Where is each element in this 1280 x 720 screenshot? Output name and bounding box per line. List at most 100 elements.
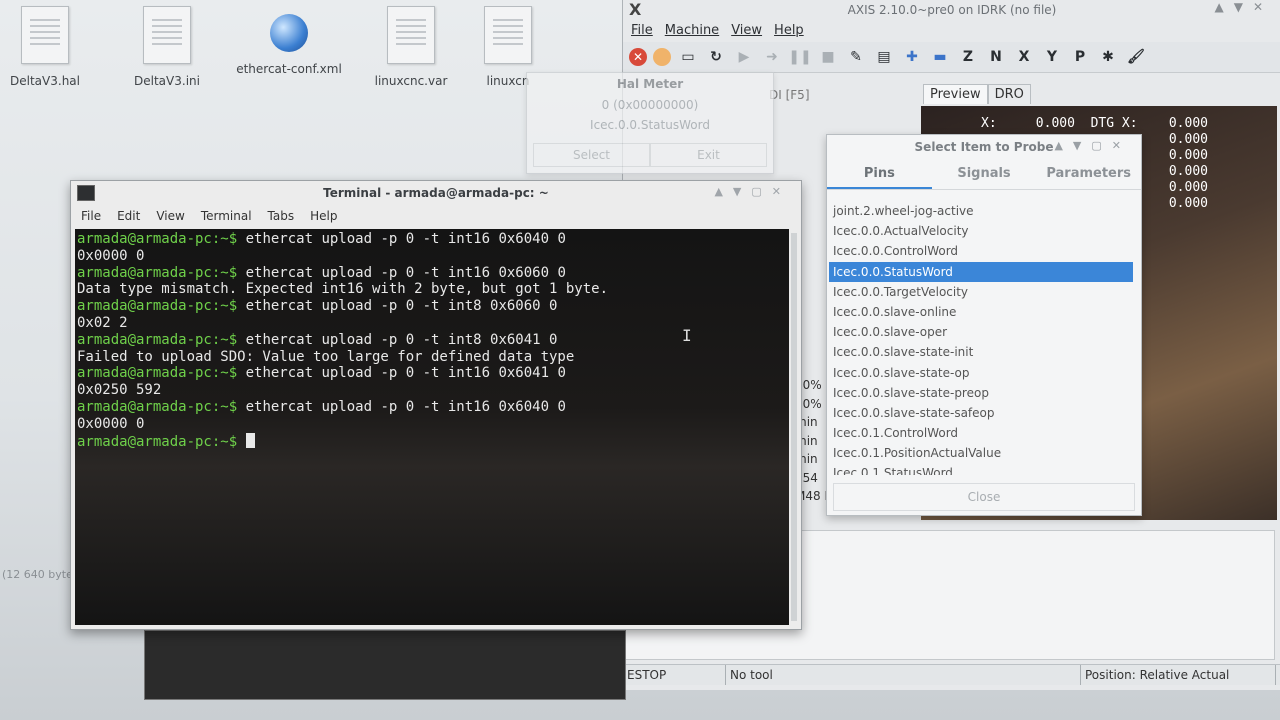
terminal-scrollbar[interactable] xyxy=(791,233,797,621)
menu-help[interactable]: Help xyxy=(774,20,804,42)
document-icon xyxy=(387,6,435,64)
list-item[interactable]: Icec.0.0.slave-state-safeop xyxy=(829,403,1133,423)
axis-statusbar: ESTOP No tool Position: Relative Actual xyxy=(623,664,1280,685)
list-item[interactable]: joint.2.wheel-jog-active xyxy=(829,201,1133,221)
terminal-output-line: 0x0000 0 xyxy=(77,247,145,264)
list-item[interactable]: Icec.0.1.PositionActualValue xyxy=(829,443,1133,463)
list-item-selected[interactable]: Icec.0.0.StatusWord xyxy=(829,261,1133,282)
hal-meter-window: Hal Meter 0 (0x00000000) Icec.0.0.Status… xyxy=(526,72,774,174)
pin-list[interactable]: joint.2.wheel-jog-active Icec.0.0.Actual… xyxy=(829,201,1133,475)
terminal-command-line: armada@armada-pc:~$ ethercat upload -p 0… xyxy=(77,365,789,382)
axis-logo: X xyxy=(629,0,642,19)
terminal-output[interactable]: armada@armada-pc:~$ ethercat upload -p 0… xyxy=(75,229,789,625)
window-controls[interactable]: ▲▼▢✕ xyxy=(714,185,791,198)
view-z-icon[interactable]: Z xyxy=(957,46,979,68)
tab-signals[interactable]: Signals xyxy=(932,159,1037,189)
menu-view[interactable]: View xyxy=(156,205,184,227)
desktop-icon-deltav3-ini[interactable]: DeltaV3.ini xyxy=(112,6,222,88)
list-item[interactable]: Icec.0.0.slave-state-preop xyxy=(829,383,1133,403)
menu-view[interactable]: View xyxy=(731,20,762,42)
desktop-icon-linuxcnc-var[interactable]: linuxcnc.var xyxy=(356,6,466,88)
open-file-icon[interactable]: ▭ xyxy=(677,46,699,68)
list-item[interactable]: Icec.0.0.slave-state-op xyxy=(829,363,1133,383)
stop-icon[interactable]: ■ xyxy=(817,46,839,68)
view-p-icon[interactable]: P xyxy=(1069,46,1091,68)
terminal-window: Terminal - armada@armada-pc: ~ ▲▼▢✕ File… xyxy=(70,180,802,630)
close-button[interactable]: Close xyxy=(833,483,1135,511)
tab-pins[interactable]: Pins xyxy=(827,159,932,189)
text-cursor-icon: I xyxy=(682,326,692,345)
zoom-in-icon[interactable]: ✚ xyxy=(901,46,923,68)
menu-tabs[interactable]: Tabs xyxy=(268,205,295,227)
reload-icon[interactable]: ↻ xyxy=(705,46,727,68)
shell-prompt: armada@armada-pc:~$ xyxy=(77,264,238,281)
command-text xyxy=(237,434,245,450)
clear-live-plot-icon[interactable]: 🖌 xyxy=(1125,46,1147,68)
menu-file[interactable]: File xyxy=(81,205,101,227)
tool-status: No tool xyxy=(726,665,1081,685)
list-item[interactable]: Icec.0.1.ControlWord xyxy=(829,423,1133,443)
command-text: ethercat upload -p 0 -t int16 0x6060 0 xyxy=(237,264,566,281)
terminal-title: Terminal - armada@armada-pc: ~ xyxy=(323,186,549,200)
menu-file[interactable]: File xyxy=(631,20,653,42)
terminal-output-line: 0x0250 592 xyxy=(77,382,162,399)
terminal-command-line: armada@armada-pc:~$ ethercat upload -p 0… xyxy=(77,265,789,282)
command-text: ethercat upload -p 0 -t int8 0x6060 0 xyxy=(237,298,558,315)
desktop-icon-deltav3-hal[interactable]: DeltaV3.hal xyxy=(0,6,100,88)
tab-dro[interactable]: DRO xyxy=(987,84,1031,104)
estop-icon[interactable]: ✕ xyxy=(629,48,647,66)
dro-line: X: 0.000 DTG X: 0.000 xyxy=(981,116,1208,131)
menu-edit[interactable]: Edit xyxy=(117,205,140,227)
shell-prompt: armada@armada-pc:~$ xyxy=(77,365,238,382)
menu-machine[interactable]: Machine xyxy=(665,20,719,42)
list-item[interactable]: Icec.0.0.slave-state-init xyxy=(829,342,1133,362)
shell-prompt: armada@armada-pc:~$ xyxy=(77,231,238,247)
exit-button[interactable]: Exit xyxy=(650,143,767,167)
axis-menubar: File Machine View Help xyxy=(623,20,1280,42)
command-text: ethercat upload -p 0 -t int16 0x6040 0 xyxy=(237,231,566,247)
run-icon[interactable]: ▶ xyxy=(733,46,755,68)
command-text: ethercat upload -p 0 -t int8 0x6041 0 xyxy=(237,331,558,348)
power-icon[interactable] xyxy=(653,48,671,66)
estop-status: ESTOP xyxy=(623,665,726,685)
window-controls[interactable]: ▲▼▢✕ xyxy=(1054,139,1131,152)
desktop-icon-label: ethercat-conf.xml xyxy=(236,62,342,76)
touch-off-icon[interactable]: ✎ xyxy=(845,46,867,68)
pause-icon[interactable]: ❚❚ xyxy=(788,46,811,68)
terminal-output-line: Failed to upload SDO: Value too large fo… xyxy=(77,348,575,365)
shell-prompt: armada@armada-pc:~$ xyxy=(77,398,238,415)
list-item[interactable]: Icec.0.1.StatusWord xyxy=(829,463,1133,475)
hal-meter-title: Hal Meter xyxy=(616,77,684,91)
select-button[interactable]: Select xyxy=(533,143,650,167)
list-item[interactable]: Icec.0.0.slave-online xyxy=(829,302,1133,322)
terminal-icon xyxy=(77,185,95,201)
tool-table-icon[interactable]: ▤ xyxy=(873,46,895,68)
desktop: DeltaV3.hal DeltaV3.ini ethercat-conf.xm… xyxy=(0,0,1280,720)
window-controls[interactable]: ▲▼✕ xyxy=(1214,0,1273,14)
hal-meter-value: 0 (0x00000000) xyxy=(601,98,699,112)
axis-toolbar: ✕ ▭ ↻ ▶ ➜ ❚❚ ■ ✎ ▤ ✚ ▬ Z N X Y P ✱ 🖌 xyxy=(623,42,1280,73)
shell-prompt: armada@armada-pc:~$ xyxy=(77,433,238,450)
menu-help[interactable]: Help xyxy=(310,205,337,227)
web-file-icon xyxy=(270,14,308,52)
rotate-icon[interactable]: ✱ xyxy=(1097,46,1119,68)
terminal-command-line: armada@armada-pc:~$ ethercat upload -p 0… xyxy=(77,231,789,248)
list-item[interactable]: Icec.0.0.slave-oper xyxy=(829,322,1133,342)
terminal-output-line: Data type mismatch. Expected int16 with … xyxy=(77,281,609,298)
view-y-icon[interactable]: Y xyxy=(1041,46,1063,68)
terminal-command-line: armada@armada-pc:~$ ethercat upload -p 0… xyxy=(77,298,789,315)
tab-mdi[interactable]: DI [F5] xyxy=(769,88,810,102)
list-item[interactable]: Icec.0.0.ControlWord xyxy=(829,241,1133,261)
list-item[interactable]: Icec.0.0.ActualVelocity xyxy=(829,221,1133,241)
zoom-out-icon[interactable]: ▬ xyxy=(929,46,951,68)
view-z2-icon[interactable]: N xyxy=(985,46,1007,68)
desktop-icon-ethercat-conf[interactable]: ethercat-conf.xml xyxy=(234,6,344,76)
view-x-icon[interactable]: X xyxy=(1013,46,1035,68)
menu-terminal[interactable]: Terminal xyxy=(201,205,252,227)
tab-parameters[interactable]: Parameters xyxy=(1036,159,1141,189)
list-item[interactable]: Icec.0.0.TargetVelocity xyxy=(829,282,1133,302)
desktop-icon-label: linuxcnc.var xyxy=(374,74,448,88)
step-icon[interactable]: ➜ xyxy=(761,46,783,68)
tab-preview[interactable]: Preview xyxy=(923,84,988,104)
command-text: ethercat upload -p 0 -t int16 0x6040 0 xyxy=(237,398,566,415)
